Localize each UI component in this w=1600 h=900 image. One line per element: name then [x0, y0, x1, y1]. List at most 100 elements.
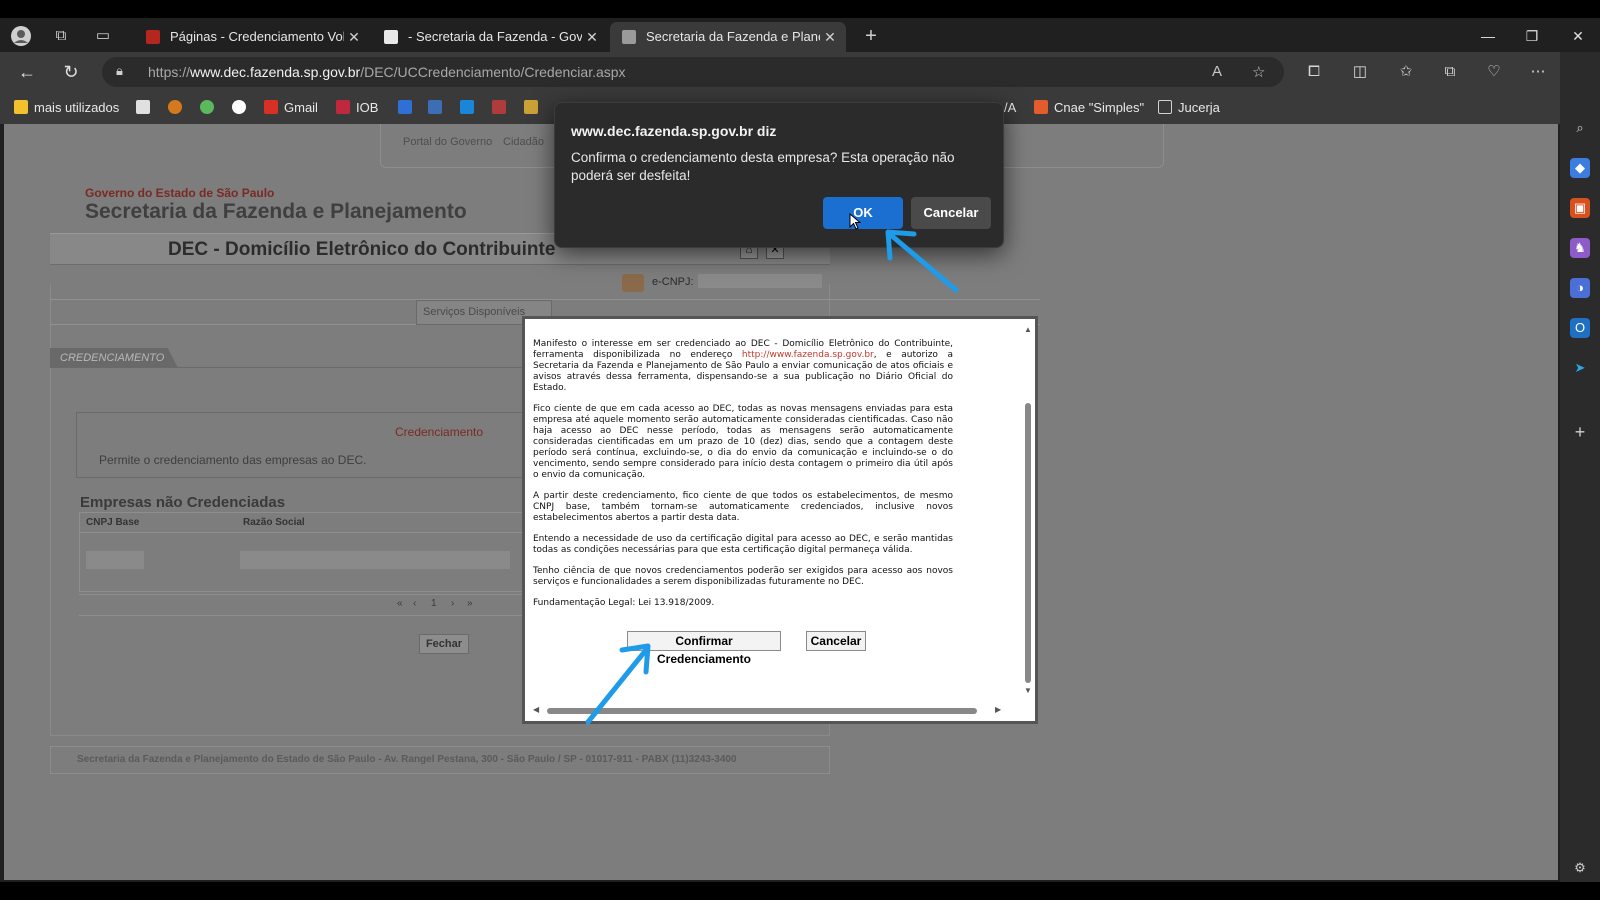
bookmark-blue2-icon[interactable] [460, 98, 480, 118]
address-bar[interactable]: 🔒︎ https://www.dec.fazenda.sp.gov.br/DEC… [102, 57, 1284, 87]
fazenda-link[interactable]: http://www.fazenda.sp.gov.br [742, 350, 874, 360]
url-text[interactable]: https://www.dec.fazenda.sp.gov.br/DEC/UC… [148, 64, 626, 80]
credenciamento-box: Credenciamento Permite o credenciamento … [76, 412, 536, 478]
secretaria-title: Secretaria da Fazenda e Planejamento [85, 200, 467, 223]
cnpj-cell[interactable] [86, 551, 144, 569]
games-icon[interactable]: ♞ [1570, 238, 1590, 258]
companies-table: CNPJ Base Razão Social [79, 512, 534, 592]
back-icon[interactable]: ← [14, 60, 40, 84]
mouse-cursor-icon [849, 213, 862, 230]
scroll-up-icon[interactable]: ▲ [1024, 325, 1032, 334]
multicolor-icon [492, 100, 506, 114]
annotation-arrow-ok [885, 229, 959, 293]
pager-page[interactable]: 1 [431, 598, 437, 609]
tab-secretaria-governo[interactable]: - Secretaria da Fazenda - Govern ✕ [372, 22, 608, 52]
close-window-icon[interactable]: ✕ [1556, 22, 1600, 50]
favorites-icon[interactable]: ✩ [1394, 60, 1418, 84]
close-tab-icon[interactable]: ✕ [822, 22, 838, 52]
send-icon[interactable]: ➤ [1570, 358, 1590, 378]
bookmark-mais-utilizados[interactable]: mais utilizados [14, 98, 119, 118]
bookmark-label: IOB [356, 100, 379, 115]
pager-prev[interactable]: ‹ [413, 598, 416, 609]
bookmark-blue-icon[interactable] [428, 98, 448, 118]
bookmark-label: Cnae "Simples" [1054, 100, 1145, 115]
terms-paragraph-1: Manifesto o interesse em ser credenciado… [533, 339, 953, 394]
scroll-left-icon[interactable]: ◀ [533, 705, 539, 714]
tab-label: - Secretaria da Fazenda - Govern [408, 29, 582, 44]
tools-icon[interactable]: ▣ [1570, 198, 1590, 218]
fechar-button[interactable]: Fechar [419, 634, 469, 654]
bookmark-green-icon[interactable] [200, 98, 220, 118]
scroll-down-icon[interactable]: ▼ [1024, 686, 1032, 695]
shopping-icon[interactable]: ◆ [1570, 158, 1590, 178]
google-icon [232, 100, 246, 114]
tab-actions-icon[interactable]: ▭ [92, 25, 114, 47]
pager-first[interactable]: « [397, 598, 403, 609]
performance-icon[interactable]: ♡ [1482, 60, 1506, 84]
bookmark-iob[interactable]: IOB [336, 98, 378, 118]
topnav-cidadao[interactable]: Cidadão [503, 136, 544, 148]
folder-icon [14, 100, 28, 114]
more-menu-icon[interactable]: ⋯ [1526, 60, 1550, 84]
header-divider [80, 532, 533, 533]
search-icon[interactable]: ⌕ [1570, 118, 1590, 138]
minimize-icon[interactable]: — [1466, 22, 1510, 50]
add-sidebar-icon[interactable]: + [1570, 422, 1590, 442]
bookmark-jucerja[interactable]: Jucerja [1158, 98, 1220, 118]
tab-paginas[interactable]: Páginas - Credenciamento Volun ✕ [134, 22, 370, 52]
bookmark-gmail[interactable]: Gmail [264, 98, 318, 118]
split-screen-icon[interactable]: ◫ [1348, 60, 1372, 84]
tab-secretaria-planejamento[interactable]: Secretaria da Fazenda e Planejam ✕ [610, 22, 846, 52]
lock-icon[interactable]: 🔒︎ [116, 63, 123, 79]
url-scheme: https:// [148, 64, 191, 80]
bookmark-cnae[interactable]: Cnae "Simples" [1034, 98, 1144, 118]
extensions-icon[interactable]: ⧠ [1302, 60, 1326, 84]
address-bar-row: ← ↻ 🔒︎ https://www.dec.fazenda.sp.gov.br… [0, 52, 1600, 92]
close-tab-icon[interactable]: ✕ [346, 22, 362, 52]
read-aloud-icon[interactable]: A [1212, 63, 1222, 80]
profile-icon[interactable] [10, 25, 32, 47]
new-tab-icon[interactable]: + [860, 25, 882, 47]
col-cnpj-header: CNPJ Base [86, 517, 140, 528]
bookmark-google-icon[interactable] [232, 98, 252, 118]
services-tab-label: Serviços Disponíveis [423, 306, 526, 318]
bookmark-orange-icon[interactable] [168, 98, 188, 118]
bookmark-multicolor-icon[interactable] [492, 98, 512, 118]
bookmark-mail-icon[interactable] [136, 98, 156, 118]
favorite-star-icon[interactable]: ☆ [1252, 63, 1265, 81]
terms-text: Manifesto o interesse em ser credenciado… [533, 339, 953, 619]
bookmark-label: /A [1004, 100, 1017, 115]
bookmark-check-icon[interactable] [398, 98, 418, 118]
dialog-message: Confirma o credenciamento desta empresa?… [571, 150, 955, 183]
settings-gear-icon[interactable]: ⚙ [1570, 858, 1590, 878]
edge-sidebar: ⌕ ◆ ▣ ♞ ◑ O ➤ + ⚙ [1560, 52, 1600, 882]
close-tab-icon[interactable]: ✕ [584, 22, 600, 52]
topnav-portal[interactable]: Portal do Governo [403, 136, 492, 148]
modal-cancel-button[interactable]: Cancelar [806, 631, 866, 651]
portal-icon [460, 100, 474, 114]
copilot-sidebar-icon[interactable]: ◑ [1570, 278, 1590, 298]
collections-icon[interactable]: ⧉ [1438, 60, 1462, 84]
pager-next[interactable]: › [451, 598, 454, 609]
outlook-icon[interactable]: O [1570, 318, 1590, 338]
brasao-icon [524, 100, 538, 114]
tab-label: Secretaria da Fazenda e Planejam [646, 29, 820, 44]
footer-text: Secretaria da Fazenda e Planejamento do … [77, 754, 737, 765]
page-footer: Secretaria da Fazenda e Planejamento do … [50, 746, 830, 774]
pager-last[interactable]: » [467, 598, 473, 609]
vertical-scrollbar[interactable]: ▲ ▼ [1020, 319, 1035, 699]
iob-icon [336, 100, 350, 114]
browser-window: ⧉ ▭ Páginas - Credenciamento Volun ✕ - S… [0, 18, 1600, 882]
terms-paragraph-3: A partir deste credenciamento, fico cien… [533, 491, 953, 523]
page-icon [1158, 100, 1172, 114]
bookmark-yellow-icon[interactable] [524, 98, 544, 118]
refresh-icon[interactable]: ↻ [58, 60, 84, 84]
annotation-arrow-confirm [585, 643, 651, 725]
cnae-icon [1034, 100, 1048, 114]
workspaces-icon[interactable]: ⧉ [50, 25, 72, 47]
vertical-scroll-thumb[interactable] [1025, 403, 1031, 683]
restore-icon[interactable]: ❐ [1510, 22, 1554, 50]
bookmark-a[interactable]: /A [1004, 98, 1016, 118]
razao-cell[interactable] [240, 551, 510, 569]
scroll-right-icon[interactable]: ▶ [995, 705, 1001, 714]
